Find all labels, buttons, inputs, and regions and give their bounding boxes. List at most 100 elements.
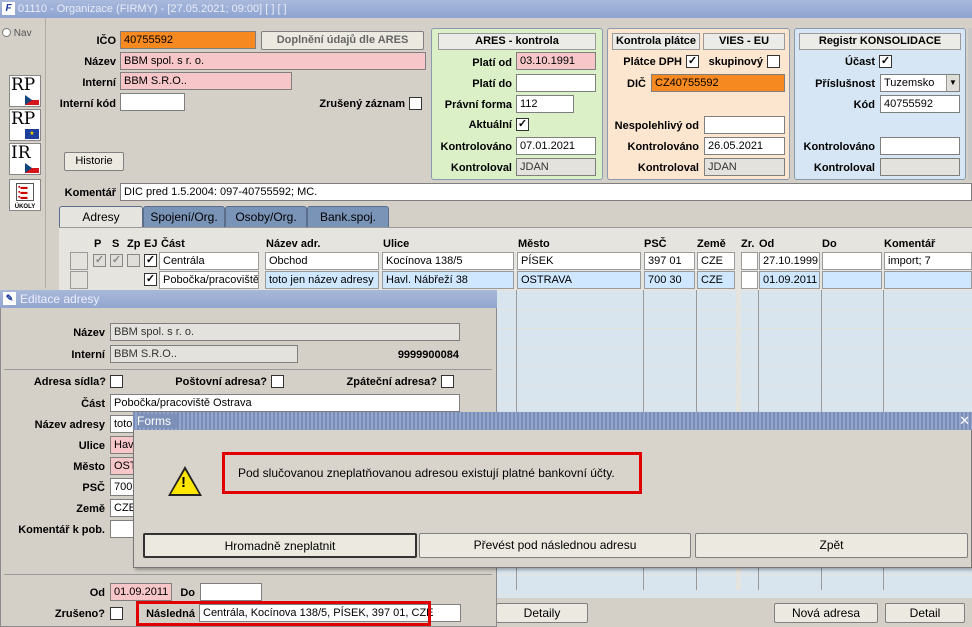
ir-button[interactable]: IR <box>9 143 41 175</box>
ico-label: IČO <box>96 35 116 47</box>
row-komentar[interactable]: import; 7 <box>884 252 972 270</box>
row-od[interactable]: 27.10.1999 <box>759 252 820 270</box>
skupinovy-label: skupinový <box>708 56 763 68</box>
dic-field[interactable]: CZ40755592 <box>651 74 785 92</box>
tab-spojeni[interactable]: Spojení/Org. <box>143 206 225 228</box>
row-od[interactable]: 01.09.2011 <box>759 271 820 289</box>
ucast-label: Účast <box>845 56 875 68</box>
komentar-field[interactable]: DIC pred 1.5.2004: 097-40755592; MC. <box>120 183 972 201</box>
row-zeme[interactable]: CZE <box>697 271 735 289</box>
rp-cz-button[interactable]: RP <box>9 75 41 107</box>
platce-kontrolovano-field[interactable]: 26.05.2021 <box>704 137 785 155</box>
row-psc[interactable]: 397 01 <box>644 252 695 270</box>
nazev-label: Název <box>84 56 116 68</box>
nova-adresa-button[interactable]: Nová adresa <box>774 603 878 623</box>
czech-flag-icon <box>25 95 39 105</box>
detaily-button[interactable]: Detaily <box>496 603 588 623</box>
row-ej-checkbox[interactable]: ✓ <box>144 254 157 267</box>
rp-cz-label: RP <box>11 75 36 95</box>
row-ulice[interactable]: Havl. Nábřeží 38 <box>382 271 514 289</box>
edit-nazev-field: BBM spol. s r. o. <box>110 323 460 341</box>
row-komentar[interactable] <box>884 271 972 289</box>
ares-pravni-forma-field[interactable]: 112 <box>516 95 574 113</box>
row-mesto[interactable]: PÍSEK <box>517 252 641 270</box>
tab-bank[interactable]: Bank.spoj. <box>307 206 389 228</box>
window-titlebar: F 01110 - Organizace (FIRMY) - [27.05.20… <box>0 0 972 18</box>
ukoly-label: ÚKOLY <box>14 204 36 210</box>
row-nazev-adr[interactable]: Obchod <box>265 252 379 270</box>
row-ulice[interactable]: Kocínova 138/5 <box>382 252 514 270</box>
edit-cast-field[interactable]: Pobočka/pracoviště Ostrava <box>110 394 460 412</box>
dropdown-arrow-icon[interactable]: ▼ <box>946 75 959 91</box>
row-do[interactable] <box>822 252 882 270</box>
skupinovy-checkbox[interactable] <box>767 55 780 68</box>
row-cast[interactable]: Centrála <box>159 252 259 270</box>
nazev-field[interactable]: BBM spol. s r. o. <box>120 52 426 70</box>
app-icon: F <box>2 2 15 15</box>
ico-field[interactable]: 40755592 <box>120 31 256 49</box>
hromadne-zneplatnit-button[interactable]: Hromadně zneplatnit <box>143 533 417 558</box>
edit-psc-label: PSČ <box>82 482 105 494</box>
rp-eu-button[interactable]: RP ★ <box>9 109 41 141</box>
ucast-checkbox[interactable]: ✓ <box>879 55 892 68</box>
row-nazev-adr[interactable]: toto jen název adresy <box>265 271 379 289</box>
message-highlight <box>222 452 642 494</box>
row-mesto[interactable]: OSTRAVA <box>517 271 641 289</box>
interni-kod-field[interactable] <box>120 93 185 111</box>
zpatecni-label: Zpáteční adresa? <box>346 376 437 388</box>
zpatecni-checkbox[interactable] <box>441 375 454 388</box>
tab-osoby[interactable]: Osoby/Org. <box>225 206 307 228</box>
row-p-checkbox[interactable]: ✓ <box>93 254 106 267</box>
row-zr[interactable] <box>741 252 758 270</box>
prislusnost-select[interactable]: Tuzemsko ▼ <box>880 74 960 92</box>
row-psc[interactable]: 700 30 <box>644 271 695 289</box>
ares-kontrolovano-field[interactable]: 07.01.2021 <box>516 137 596 155</box>
forms-dialog-title: Forms <box>137 414 177 428</box>
close-icon[interactable]: ✕ <box>959 412 970 430</box>
nav-toggle[interactable]: Nav <box>2 28 32 39</box>
row-selector[interactable] <box>70 252 88 270</box>
postovni-checkbox[interactable] <box>271 375 284 388</box>
ares-aktualni-checkbox[interactable]: ✓ <box>516 118 529 131</box>
kons-kontrolovano-field[interactable] <box>880 137 960 155</box>
kod-field[interactable]: 40755592 <box>880 95 960 113</box>
ares-kontrolovano-label: Kontrolováno <box>440 141 513 153</box>
historie-button[interactable]: Historie <box>64 152 124 171</box>
prevest-button[interactable]: Převést pod následnou adresu <box>419 533 691 558</box>
row-do[interactable] <box>822 271 882 289</box>
ukoly-button[interactable]: ▪▬ ▪▬ ▪▬ ÚKOLY <box>9 179 41 211</box>
row-zeme[interactable]: CZE <box>697 252 735 270</box>
platce-kontroloval-field: JDAN <box>704 158 785 176</box>
col-mesto: Město <box>518 238 550 250</box>
warning-icon-mark: ! <box>181 474 186 491</box>
edit-interni-field: BBM S.R.O.. <box>110 345 298 363</box>
ares-plati-od-field[interactable]: 03.10.1991 <box>516 52 596 70</box>
row-selector[interactable] <box>70 271 88 289</box>
col-od: Od <box>759 238 775 250</box>
window-title: 01110 - Organizace (FIRMY) - [27.05.2021… <box>18 3 287 15</box>
row-zp-checkbox[interactable] <box>127 254 140 267</box>
postovni-label: Poštovní adresa? <box>175 376 267 388</box>
doplneni-ares-button[interactable]: Doplnění údajů dle ARES <box>261 31 424 50</box>
row-zr[interactable] <box>741 271 758 289</box>
zpet-button[interactable]: Zpět <box>695 533 968 558</box>
edit-do-field[interactable] <box>200 583 262 601</box>
interni-field[interactable]: BBM S.R.O.. <box>120 72 292 90</box>
ares-plati-do-field[interactable] <box>516 74 596 92</box>
row-s-checkbox[interactable]: ✓ <box>110 254 123 267</box>
forms-dialog-titlebar: Forms ✕ <box>133 412 972 430</box>
platce-dph-checkbox[interactable]: ✓ <box>686 55 699 68</box>
nespolehlivy-field[interactable] <box>704 116 785 134</box>
tab-adresy[interactable]: Adresy <box>59 206 143 228</box>
detail-button[interactable]: Detail <box>885 603 965 623</box>
edit-od-field[interactable]: 01.09.2011 <box>110 583 172 601</box>
zruseny-checkbox[interactable] <box>409 97 422 110</box>
zruseno-label: Zrušeno? <box>54 608 105 620</box>
nespolehlivy-label: Nespolehlivý od <box>614 120 699 132</box>
platce-title: Kontrola plátce <box>612 33 700 50</box>
row-cast[interactable]: Pobočka/pracoviště <box>159 271 259 289</box>
prislusnost-label: Příslušnost <box>815 78 875 90</box>
row-ej-checkbox[interactable]: ✓ <box>144 273 157 286</box>
zruseno-checkbox[interactable] <box>110 607 123 620</box>
adresa-sidla-checkbox[interactable] <box>110 375 123 388</box>
